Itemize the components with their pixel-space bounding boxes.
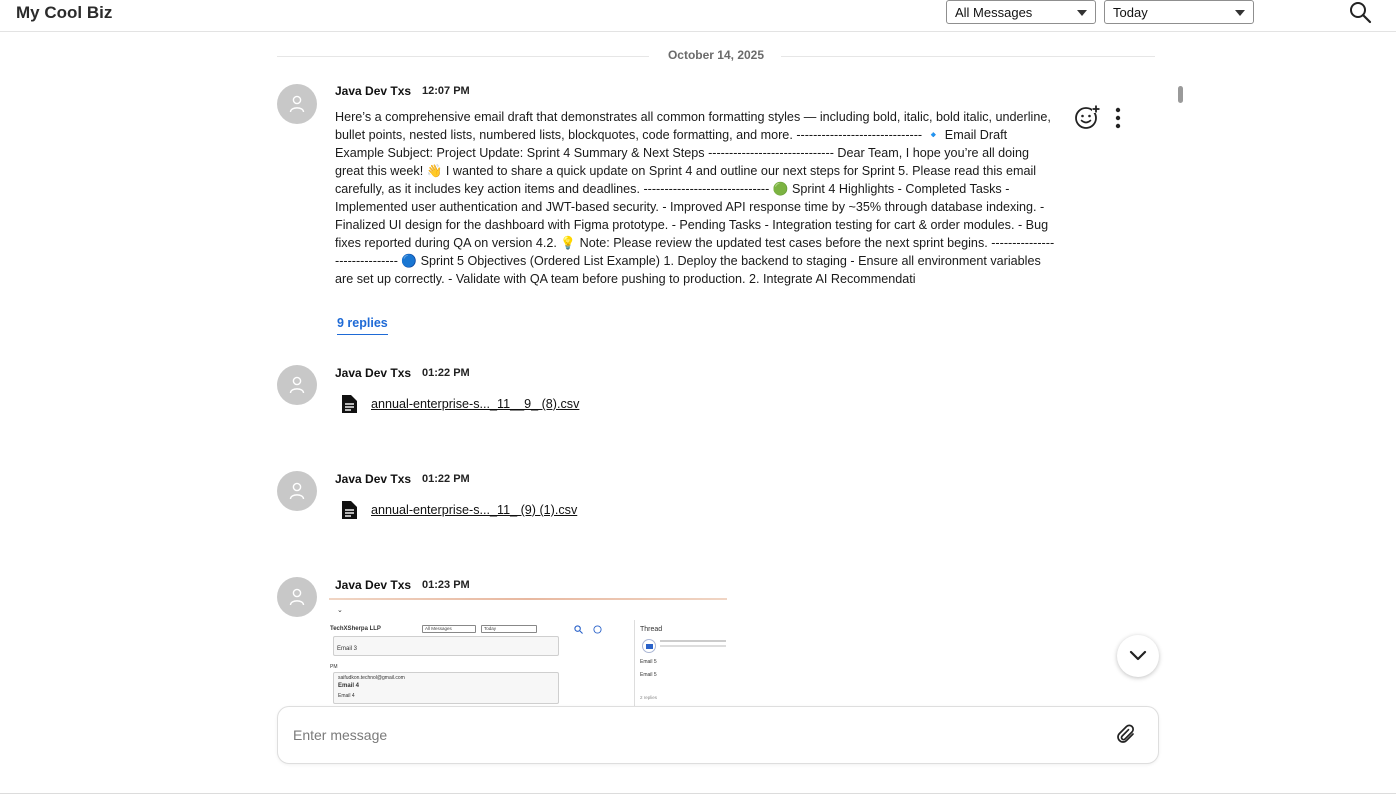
add-reaction-icon[interactable] <box>1074 104 1100 130</box>
screenshot-replies: 2 replies <box>640 695 658 700</box>
document-icon <box>342 395 357 413</box>
avatar[interactable] <box>277 577 317 617</box>
chevron-down-icon <box>1235 10 1245 16</box>
date-divider-label: October 14, 2025 <box>667 48 765 62</box>
chevron-down-icon <box>1129 650 1147 661</box>
avatar[interactable] <box>277 471 317 511</box>
screenshot-filter: All Messages <box>422 625 476 633</box>
user-icon <box>289 95 305 113</box>
message-composer <box>277 706 1159 764</box>
message-time: 01:22 PM <box>422 473 470 485</box>
user-icon <box>289 482 305 500</box>
mail-icon <box>642 639 656 653</box>
screenshot-thread-item: Email 5 <box>640 672 657 678</box>
search-icon <box>574 625 583 634</box>
more-vertical-icon[interactable] <box>1110 107 1126 129</box>
message-body: Here’s a comprehensive email draft that … <box>335 110 1055 286</box>
screenshot-thread-title: Thread <box>640 626 663 633</box>
date-divider: October 14, 2025 <box>277 48 1155 64</box>
scroll-to-bottom-button[interactable] <box>1117 635 1159 677</box>
date-filter-select[interactable]: Today <box>1104 0 1254 24</box>
screenshot-brand: TechXSherpa LLP <box>330 626 381 632</box>
screenshot-card: saifudkon.technol@gmail.com Email 4 Emai… <box>333 672 559 704</box>
message-time: 12:07 PM <box>422 85 470 97</box>
footer-divider <box>0 793 1396 794</box>
divider-line <box>781 56 1155 57</box>
screenshot-card-text: Email 4 <box>338 693 355 699</box>
message-author[interactable]: Java Dev Txs <box>335 578 411 592</box>
top-bar: My Cool Biz All Messages Today <box>0 0 1396 32</box>
screenshot-top-bar <box>329 598 727 600</box>
screenshot-dropdown-caret: ⌄ <box>337 607 343 614</box>
message-author[interactable]: Java Dev Txs <box>335 472 411 486</box>
paperclip-icon[interactable] <box>1116 724 1138 746</box>
message-filter-value: All Messages <box>955 5 1033 20</box>
screenshot-date: Today <box>481 625 537 633</box>
message-filter-select[interactable]: All Messages <box>946 0 1096 24</box>
screenshot-line <box>660 640 726 642</box>
document-icon <box>342 501 357 519</box>
image-attachment[interactable]: ⌄ TechXSherpa LLP All Messages Today Ema… <box>329 598 727 706</box>
message-time: 01:22 PM <box>422 367 470 379</box>
message-author[interactable]: Java Dev Txs <box>335 84 411 98</box>
search-icon[interactable] <box>1348 0 1372 24</box>
scrollbar-thumb[interactable] <box>1178 86 1183 103</box>
screenshot-label: PM <box>330 664 338 670</box>
message-input[interactable] <box>293 724 1093 746</box>
avatar[interactable] <box>277 84 317 124</box>
info-icon <box>593 625 602 634</box>
screenshot-card-email: saifudkon.technol@gmail.com <box>338 675 405 681</box>
screenshot-card-text: Email 3 <box>337 646 358 652</box>
message-author[interactable]: Java Dev Txs <box>335 366 411 380</box>
screenshot-line <box>660 645 726 647</box>
screenshot-card-title: Email 4 <box>338 683 360 689</box>
file-name[interactable]: annual-enterprise-s..._11_ (9) (1).csv <box>371 503 577 517</box>
user-icon <box>289 376 305 394</box>
screenshot-thread-item: Email 5 <box>640 659 657 665</box>
chevron-down-icon <box>1077 10 1087 16</box>
user-icon <box>289 588 305 606</box>
message-time: 01:23 PM <box>422 579 470 591</box>
screenshot-card: Email 3 <box>333 636 559 656</box>
date-filter-value: Today <box>1113 5 1148 20</box>
app-title: My Cool Biz <box>16 3 113 22</box>
file-name[interactable]: annual-enterprise-s..._11__9_ (8).csv <box>371 397 579 411</box>
screenshot-divider <box>634 620 635 706</box>
replies-link[interactable]: 9 replies <box>337 316 388 335</box>
avatar[interactable] <box>277 365 317 405</box>
